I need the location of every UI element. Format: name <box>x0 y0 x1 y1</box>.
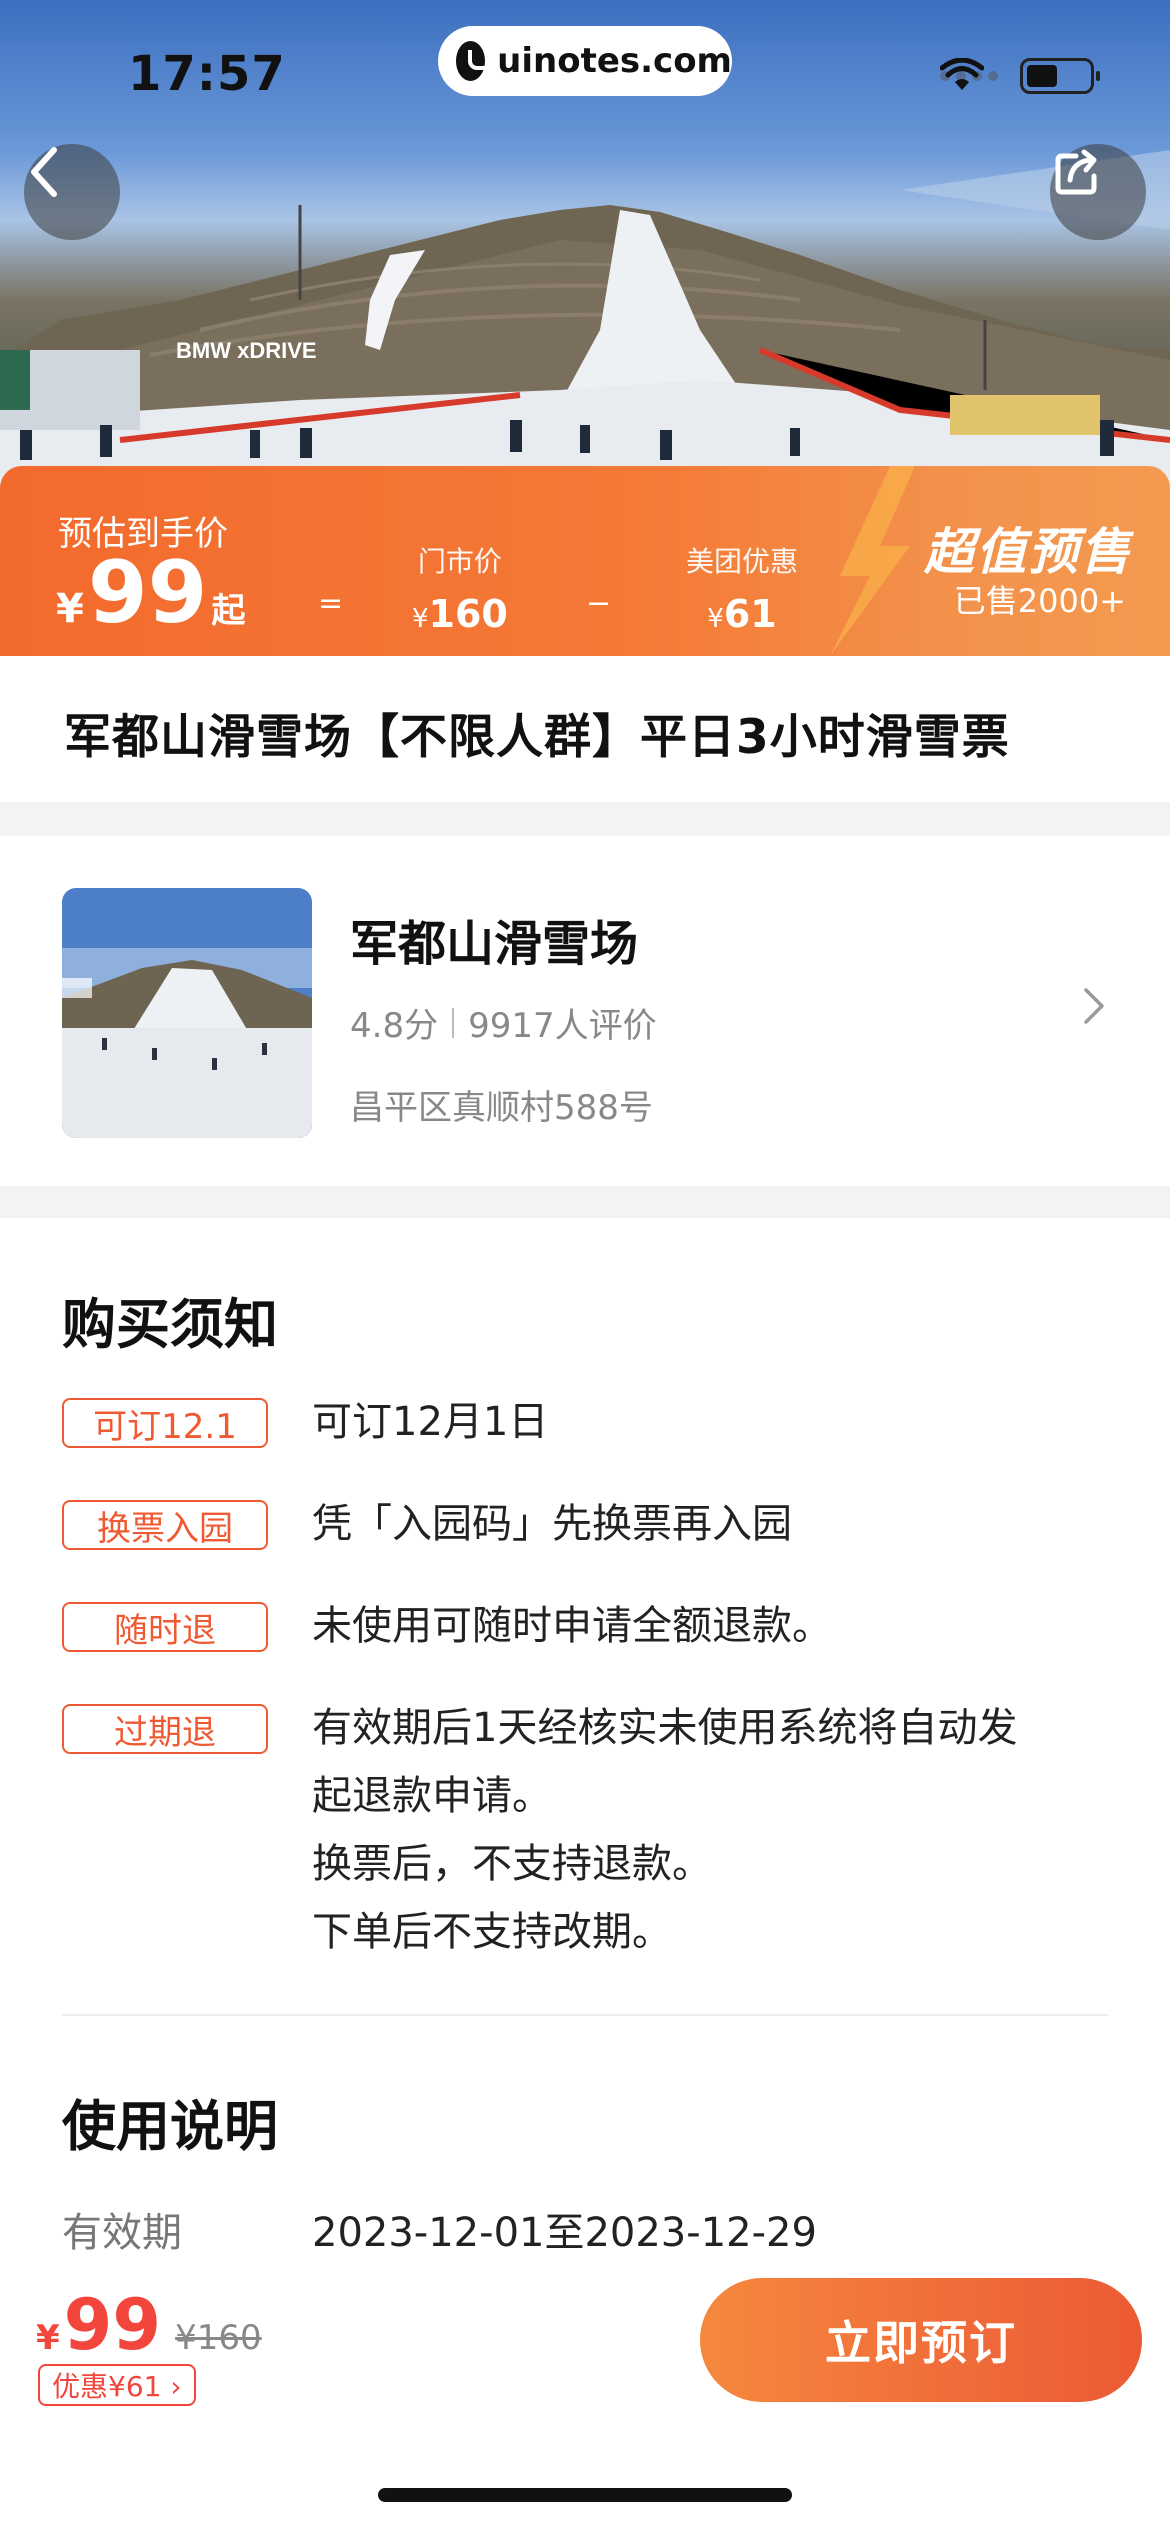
rule-text: 未使用可随时申请全额退款。 <box>312 1603 832 1649</box>
discount-column: 美团优惠 ¥61 <box>686 540 798 636</box>
status-indicators <box>940 58 1100 94</box>
home-indicator[interactable] <box>378 2488 792 2502</box>
estimate-price: ¥ 99 起 <box>56 550 246 636</box>
rule-text: 有效期后1天经核实未使用系统将自动发 起退款申请。 换票后，不支持退款。 下单后… <box>312 1705 1018 1955</box>
equals-sign: = <box>318 586 344 621</box>
market-price-label: 门市价 <box>417 545 502 578</box>
rule-item: 随时退 未使用可随时申请全额退款。 <box>62 1602 1132 1660</box>
share-button[interactable] <box>1050 144 1146 240</box>
rule-tag: 可订12.1 <box>62 1398 268 1448</box>
chevron-right-icon <box>1084 988 1104 1024</box>
venue-photo <box>62 888 312 1138</box>
purchase-notice: 购买须知 可订12.1 可订12月1日 换票入园 凭「入园码」先换票再入园 随时… <box>0 1218 1170 2018</box>
rule-text: 可订12月1日 <box>312 1399 549 1445</box>
back-button[interactable] <box>24 144 120 240</box>
notice-title: 购买须知 <box>62 1293 278 1356</box>
uinotes-logo-icon <box>456 41 493 81</box>
price-banner: 预估到手价 ¥ 99 起 = 门市价 ¥160 − 美团优惠 ¥61 超值预售 … <box>0 466 1170 656</box>
estimate-price-value: 99 <box>87 543 208 643</box>
bmw-sign: BMW xDRIVE <box>176 338 317 363</box>
venue-name: 军都山滑雪场 <box>350 916 639 972</box>
currency-symbol: ¥ <box>36 2318 60 2358</box>
market-price-value: ¥160 <box>412 592 508 636</box>
section-divider <box>0 1186 1170 1218</box>
rule-item: 可订12.1 可订12月1日 <box>62 1398 1132 1456</box>
rating-separator <box>452 1007 455 1038</box>
status-time: 17:57 <box>128 46 286 102</box>
bottom-price: ¥ 99 ¥160 <box>36 2290 262 2360</box>
rating-score: 4.8分 <box>350 1006 439 1046</box>
promo-badge: 超值预售 <box>924 523 1132 581</box>
bottom-price-value: 99 <box>63 2284 162 2366</box>
chevron-left-icon <box>31 147 57 197</box>
rule-text: 凭「入园码」先换票再入园 <box>312 1501 792 1547</box>
product-title-block: 军都山滑雪场【不限人群】平日3小时滑雪票 <box>0 656 1170 802</box>
venue-card[interactable]: 军都山滑雪场 4.8分 9917人评价 昌平区真顺村588号 <box>0 836 1170 1186</box>
venue-thumbnail <box>62 888 312 1138</box>
section-divider <box>0 802 1170 836</box>
minus-sign: − <box>586 586 612 621</box>
wifi-icon <box>940 58 984 90</box>
share-icon <box>1055 149 1097 195</box>
venue-address: 昌平区真顺村588号 <box>350 1088 653 1128</box>
original-price: ¥160 <box>175 2318 262 2358</box>
rule-tag: 随时退 <box>62 1602 268 1652</box>
lightning-decoration-icon <box>830 466 915 656</box>
discount-tag[interactable]: 优惠¥61 › <box>38 2364 196 2406</box>
battery-icon <box>1020 58 1100 94</box>
discount-label: 美团优惠 <box>686 545 799 578</box>
market-price-column: 门市价 ¥160 <box>412 540 508 636</box>
rule-tag: 过期退 <box>62 1704 268 1754</box>
sold-count: 已售2000+ <box>953 582 1126 620</box>
book-now-button[interactable]: 立即预订 <box>700 2278 1142 2402</box>
rule-tag: 换票入园 <box>62 1500 268 1550</box>
currency-symbol: ¥ <box>56 586 84 632</box>
discount-value: ¥61 <box>707 592 777 636</box>
estimate-price-suffix: 起 <box>211 591 246 631</box>
divider <box>62 2014 1108 2016</box>
usage-title: 使用说明 <box>62 2095 278 2158</box>
url-text: uinotes.com <box>497 41 732 81</box>
rule-item: 换票入园 凭「入园码」先换票再入园 <box>62 1500 1132 1558</box>
rule-item: 过期退 有效期后1天经核实未使用系统将自动发 起退款申请。 换票后，不支持退款。… <box>62 1704 1132 1966</box>
product-title: 军都山滑雪场【不限人群】平日3小时滑雪票 <box>64 710 1010 765</box>
hero-image: BMW xDRIVE 17:57 uinotes.com <box>0 0 1170 500</box>
review-count: 9917人评价 <box>468 1006 657 1046</box>
url-pill[interactable]: uinotes.com <box>438 26 732 96</box>
venue-rating: 4.8分 9917人评价 <box>350 998 657 1047</box>
